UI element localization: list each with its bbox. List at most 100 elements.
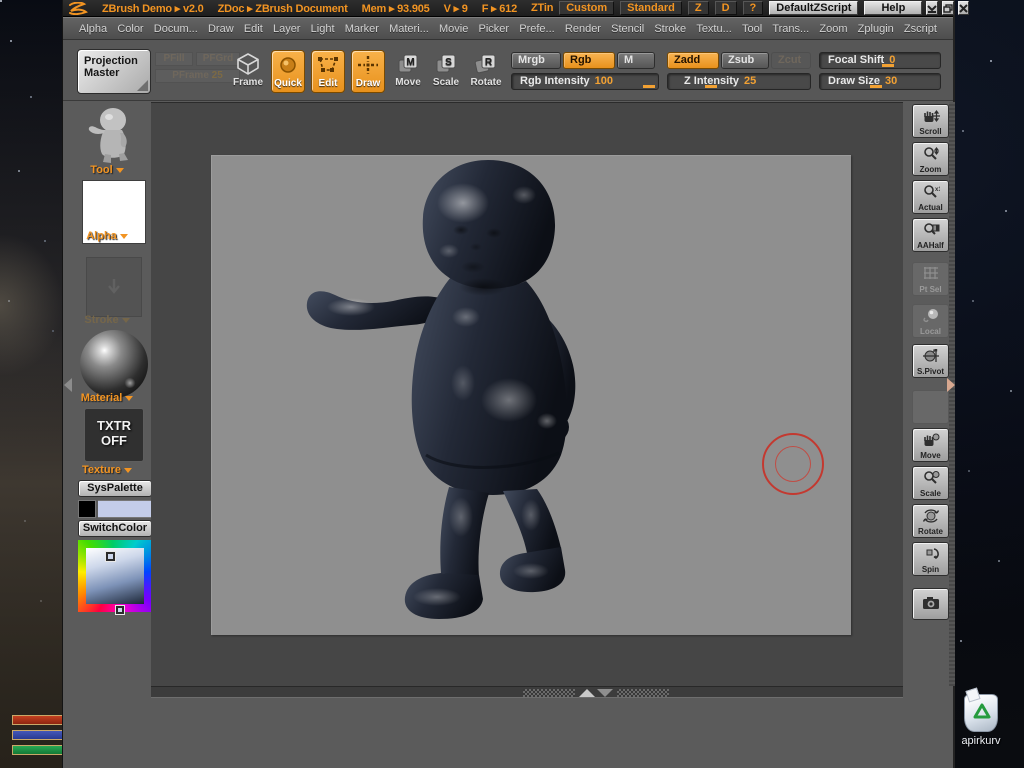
mem-indicator: Mem ▸ 93.905	[361, 2, 430, 15]
texture-off-thumbnail[interactable]: TXTR OFF	[84, 408, 144, 462]
divider-hatch-right[interactable]	[617, 689, 669, 697]
color-picker-sv-square[interactable]	[86, 548, 144, 604]
standard-ui-button[interactable]: Standard	[620, 1, 682, 15]
spivot-button[interactable]: S.Pivot	[912, 344, 949, 378]
z-intensity-handle[interactable]	[704, 85, 717, 88]
menu-render[interactable]: Render	[565, 23, 601, 35]
help-question-button[interactable]: ?	[742, 1, 764, 15]
spin-button[interactable]: Spin	[912, 542, 949, 576]
minimize-button[interactable]	[926, 1, 939, 15]
zoom-button[interactable]: Zoom	[912, 142, 949, 176]
menu-material[interactable]: Materi...	[389, 23, 429, 35]
canvas-move-button[interactable]: Move	[912, 428, 949, 462]
menu-color[interactable]: Color	[117, 23, 143, 35]
rotate-gyro-button[interactable]: R Rotate	[467, 50, 505, 88]
draw-size-handle[interactable]	[870, 85, 883, 88]
baby-body-group	[306, 160, 576, 619]
draw-size-slider[interactable]: Draw Size 30	[819, 73, 941, 90]
hand-move-icon	[922, 429, 940, 451]
menu-zscript[interactable]: Zscript	[904, 23, 937, 35]
move-gyro-button[interactable]: M Move	[391, 50, 425, 88]
menu-stroke[interactable]: Stroke	[654, 23, 686, 35]
blank-button-disabled	[912, 390, 949, 424]
menu-document[interactable]: Docum...	[154, 23, 198, 35]
menu-zoom[interactable]: Zoom	[819, 23, 847, 35]
rotate-label: Rotate	[470, 77, 502, 88]
d-button[interactable]: D	[714, 1, 737, 15]
hue-selector[interactable]	[115, 605, 126, 615]
scale-gyro-button[interactable]: S Scale	[429, 50, 463, 88]
menu-movie[interactable]: Movie	[439, 23, 468, 35]
divider-hatch-left[interactable]	[523, 689, 575, 697]
focal-shift-handle[interactable]	[882, 64, 895, 67]
menu-edit[interactable]: Edit	[244, 23, 263, 35]
magnifier-1x-icon: x1	[922, 181, 940, 203]
scroll-label: Scroll	[919, 127, 942, 136]
focal-shift-slider[interactable]: Focal Shift 0	[819, 52, 941, 69]
zadd-toggle-active[interactable]: Zadd	[667, 52, 719, 69]
snapshot-button[interactable]	[912, 588, 949, 620]
z-button[interactable]: Z	[687, 1, 709, 15]
m-toggle[interactable]: M	[617, 52, 655, 69]
color-picker-selector[interactable]	[104, 551, 116, 563]
material-palette-label[interactable]: Material	[63, 392, 151, 404]
help-button[interactable]: Help	[864, 1, 923, 15]
scroll-button[interactable]: Scroll	[912, 104, 949, 138]
actual-button[interactable]: x1 Actual	[912, 180, 949, 214]
menu-texture[interactable]: Textu...	[696, 23, 731, 35]
mrgb-toggle[interactable]: Mrgb	[511, 52, 561, 69]
z-intensity-slider[interactable]: Z Intensity 25	[667, 73, 811, 90]
canvas[interactable]	[211, 155, 851, 635]
frame-button[interactable]: Frame	[231, 50, 265, 88]
recycle-bin-desktop-icon[interactable]: apirkurv	[950, 687, 1012, 747]
main-color-swatch[interactable]	[98, 500, 152, 518]
texture-palette-label[interactable]: Texture	[63, 464, 151, 476]
canvas-scale-button[interactable]: Scale	[912, 466, 949, 500]
menu-layer[interactable]: Layer	[273, 23, 301, 35]
document-area[interactable]	[151, 102, 903, 686]
syspalette-button[interactable]: SysPalette	[78, 480, 152, 497]
chevron-down-icon	[115, 168, 124, 173]
menu-marker[interactable]: Marker	[345, 23, 379, 35]
draw-button-active[interactable]: Draw	[351, 50, 385, 93]
edit-button-active[interactable]: Edit	[311, 50, 345, 93]
current-tool-preview[interactable]	[86, 106, 142, 166]
left-tray-arrow-icon[interactable]	[64, 378, 72, 392]
tray-open-down-icon[interactable]	[597, 689, 613, 697]
menu-preferences[interactable]: Prefe...	[519, 23, 554, 35]
menu-alpha[interactable]: Alpha	[79, 23, 107, 35]
custom-ui-button[interactable]: Custom	[559, 1, 615, 15]
zsub-toggle[interactable]: Zsub	[721, 52, 769, 69]
bottom-tray-divider[interactable]	[151, 686, 903, 698]
color-picker[interactable]	[78, 540, 152, 615]
menu-transform[interactable]: Trans...	[772, 23, 809, 35]
rgb-intensity-handle[interactable]	[643, 85, 656, 88]
projection-master-button[interactable]: Projection Master	[77, 49, 151, 94]
switchcolor-button[interactable]: SwitchColor	[78, 520, 152, 537]
secondary-color-swatch[interactable]	[78, 500, 96, 518]
material-thumbnail[interactable]	[80, 330, 148, 398]
menu-stencil[interactable]: Stencil	[611, 23, 644, 35]
menu-light[interactable]: Light	[311, 23, 335, 35]
rgb-toggle-active[interactable]: Rgb	[563, 52, 615, 69]
alpha-palette-label[interactable]: Alpha	[63, 230, 151, 242]
pivot-icon	[922, 345, 940, 367]
rgb-intensity-label: Rgb Intensity	[520, 75, 590, 87]
tool-palette-label[interactable]: Tool	[63, 164, 151, 176]
menu-zplugin[interactable]: Zplugin	[858, 23, 894, 35]
rgb-intensity-slider[interactable]: Rgb Intensity 100	[511, 73, 659, 90]
default-zscript-button[interactable]: DefaultZScript	[769, 1, 859, 15]
menu-tool[interactable]: Tool	[742, 23, 762, 35]
menu-picker[interactable]: Picker	[479, 23, 510, 35]
close-button[interactable]	[958, 1, 970, 15]
quick-button-active[interactable]: Quick	[271, 50, 305, 93]
restore-button[interactable]	[942, 1, 955, 15]
menu-draw[interactable]: Draw	[208, 23, 234, 35]
local-button-disabled: Local	[912, 304, 949, 338]
recycle-bin-label: apirkurv	[961, 735, 1001, 747]
canvas-rotate-button[interactable]: Rotate	[912, 504, 949, 538]
right-tray-arrow-icon[interactable]	[947, 378, 955, 392]
tray-open-up-icon[interactable]	[579, 689, 595, 697]
material-label-text: Material	[80, 392, 123, 404]
aahalf-button[interactable]: AAHalf	[912, 218, 949, 252]
